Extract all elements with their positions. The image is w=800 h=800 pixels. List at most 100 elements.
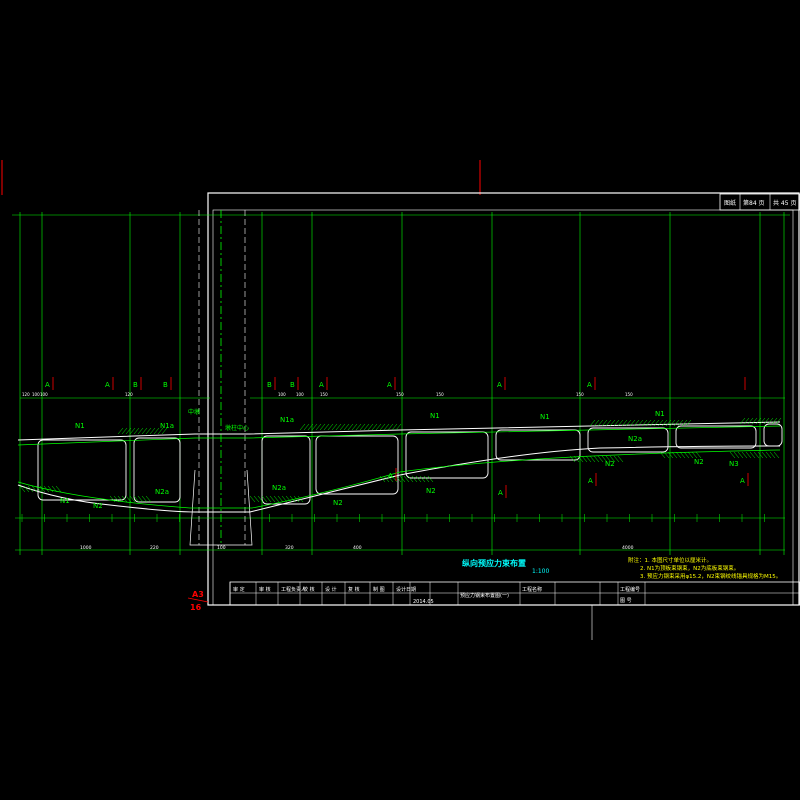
hatch-bottom xyxy=(23,485,30,493)
section-mark-label: A xyxy=(740,477,745,485)
hatch-top xyxy=(339,423,346,431)
title-cell-label: 审 核 xyxy=(259,586,271,593)
hatch-top xyxy=(319,423,326,431)
hatch-bottom xyxy=(773,451,780,459)
hatch-bottom xyxy=(687,451,694,459)
hatch-bottom xyxy=(753,451,760,459)
section-mark-label: A xyxy=(105,381,110,389)
dimension-text-small: 100 xyxy=(296,392,304,397)
label-pier: 中墩 xyxy=(188,408,200,416)
hatch-top xyxy=(681,419,688,427)
title-drawing-no: 图 号 xyxy=(620,598,632,604)
hatch-bottom xyxy=(415,475,422,483)
tendon-label: N2 xyxy=(426,487,436,495)
section-mark-label: B xyxy=(163,381,168,389)
tendon-label: N1a xyxy=(280,416,294,424)
hatch-bottom xyxy=(757,451,764,459)
dimension-text-small: 150 xyxy=(396,392,404,397)
hatch-top xyxy=(661,419,668,427)
section-mark-label: A xyxy=(45,381,50,389)
tendon-label: N2 xyxy=(694,458,704,466)
title-cell-label: 审 定 xyxy=(233,586,245,593)
box-cell xyxy=(675,425,757,449)
section-mark-label: A xyxy=(497,381,502,389)
tendon-label: N1 xyxy=(655,410,665,418)
title-cell-label: 复 核 xyxy=(348,586,360,593)
hatch-bottom xyxy=(269,495,276,503)
hatch-bottom xyxy=(427,475,434,483)
dimension-text-small: 120 xyxy=(125,392,133,397)
hatch-bottom xyxy=(265,495,272,503)
hatch-bottom xyxy=(679,451,686,459)
dimension-text: 100 xyxy=(217,545,226,551)
hatch-top xyxy=(311,423,318,431)
sheet-frame xyxy=(207,192,800,606)
hatch-bottom xyxy=(733,451,740,459)
hatch-bottom xyxy=(737,451,744,459)
hatch-top xyxy=(145,427,152,435)
sheet-count: 16 xyxy=(190,603,202,612)
drawing-title: 纵向预应力束布置 xyxy=(462,558,526,568)
hatch-top xyxy=(117,427,124,435)
sheet-page: 第84 页 xyxy=(743,199,765,207)
hatch-bottom xyxy=(109,495,116,503)
note-1: 附注：1. 本图尺寸单位以厘米计。 xyxy=(628,556,712,564)
cad-drawing-canvas: 图纸 第84 页 共 45 页 A A B B B B A A A A A A A A N1 N1a N1a N… xyxy=(1,160,800,640)
hatch-bottom xyxy=(423,475,430,483)
hatch-top xyxy=(141,427,148,435)
title-cell-label: 设计日期 xyxy=(396,586,416,593)
tendon-label: N1 xyxy=(540,413,550,421)
hatch-top xyxy=(657,419,664,427)
box-cell xyxy=(37,439,127,501)
hatch-top xyxy=(751,417,758,425)
hatch-bottom xyxy=(395,475,402,483)
dimension-text: 4000 xyxy=(622,545,634,551)
hatch-top xyxy=(133,427,140,435)
dimension-texts: 1000 220 100 320 400 4000120 100 100 120 100 100 15… xyxy=(21,392,765,551)
tendon-label: N2 xyxy=(93,502,103,510)
hatch-bottom xyxy=(613,455,620,463)
dimension-text: 1000 xyxy=(80,545,92,551)
hatch-bottom xyxy=(761,451,768,459)
section-mark-label: B xyxy=(267,381,272,389)
hatch-bottom xyxy=(745,451,752,459)
sheet-total: 共 45 页 xyxy=(773,199,796,207)
hatch-top xyxy=(121,427,128,435)
hatch-top xyxy=(299,423,306,431)
section-mark-label: A xyxy=(588,477,593,485)
hatch-bottom xyxy=(617,455,624,463)
section-mark-label: A xyxy=(388,472,393,480)
dimension-text-small: 100 xyxy=(32,392,40,397)
section-mark-label: A xyxy=(587,381,592,389)
girder-soffit xyxy=(17,445,781,513)
hatch-bottom xyxy=(399,475,406,483)
sheet-box-label: 图纸 xyxy=(724,199,736,207)
hatch-bottom xyxy=(683,451,690,459)
dimension-text: 400 xyxy=(353,545,362,551)
hatch-top xyxy=(771,417,778,425)
hatch-top xyxy=(379,423,386,431)
tendon-label: N1 xyxy=(60,497,70,505)
hatch-bottom xyxy=(769,451,776,459)
note-3: 3. 预应力钢束采用φ15.2，N2束钢绞线锚具规格为M15。 xyxy=(640,572,781,580)
hatch-bottom xyxy=(593,455,600,463)
hatch-top xyxy=(359,423,366,431)
hatch-bottom xyxy=(597,455,604,463)
hatch-top xyxy=(323,423,330,431)
sheet-size-mark: A3 16 xyxy=(187,590,209,612)
hatch-top xyxy=(367,423,374,431)
tendon-label: N2a xyxy=(272,484,286,492)
hatch-top xyxy=(669,419,676,427)
hatch-top xyxy=(677,419,684,427)
hatch-top xyxy=(371,423,378,431)
title-project-no: 工程编号 xyxy=(620,586,640,593)
tendon-label: N2 xyxy=(333,499,343,507)
hatch-bottom xyxy=(749,451,756,459)
dimension-text-small: 120 xyxy=(22,392,30,397)
hatch-bottom xyxy=(581,455,588,463)
tendon-label: N3 xyxy=(729,460,739,468)
hatch-top xyxy=(589,419,596,427)
box-cell xyxy=(763,423,783,447)
hatch-top xyxy=(601,419,608,427)
hatch-top xyxy=(673,419,680,427)
